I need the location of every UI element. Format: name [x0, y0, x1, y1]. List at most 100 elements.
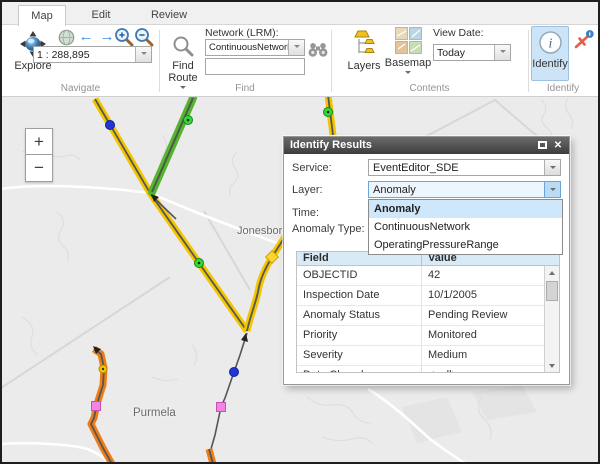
service-combobox[interactable]: EventEditor_SDE — [368, 159, 561, 176]
value-cell: 42 — [422, 266, 559, 285]
field-cell: Date Closed — [297, 366, 422, 373]
ribbon-tab-bar: Map Edit Review — [2, 2, 598, 25]
scroll-down-icon — [549, 364, 555, 371]
map-zoom-out-button[interactable]: − — [25, 155, 53, 182]
time-label: Time: — [292, 207, 319, 219]
app-window: Map Edit Review Explore — [0, 0, 600, 464]
find-route-label-line1: Find — [172, 61, 193, 72]
view-date-combobox[interactable]: Today — [433, 44, 511, 61]
value-cell: Pending Review — [422, 306, 559, 325]
value-cell: <null> — [422, 366, 559, 373]
table-row: Inspection Date 10/1/2005 — [297, 286, 559, 306]
map-place-label-purmela: Purmela — [133, 407, 176, 419]
dialog-title-bar: Identify Results ✕ — [284, 137, 569, 154]
map-zoom-control: + − — [25, 128, 53, 182]
table-row: Severity Medium — [297, 346, 559, 366]
identify-button[interactable]: i Identify — [531, 26, 569, 81]
marker-blue-point[interactable] — [106, 121, 239, 377]
close-icon[interactable]: ✕ — [552, 140, 564, 151]
view-date-value: Today — [434, 45, 494, 60]
layer-dropdown-list: Anomaly ContinuousNetwork OperatingPress… — [368, 199, 563, 255]
basemap-label: Basemap — [385, 58, 431, 69]
table-scrollbar[interactable] — [544, 266, 559, 372]
scroll-up-button[interactable] — [545, 266, 559, 279]
layer-combobox[interactable]: Anomaly — [368, 181, 561, 198]
layer-option-continuousnetwork[interactable]: ContinuousNetwork — [369, 218, 562, 236]
layers-label: Layers — [347, 61, 380, 72]
basemap-button[interactable]: Basemap — [386, 27, 430, 77]
chevron-down-icon — [550, 166, 556, 172]
view-date-label: View Date: — [433, 27, 484, 39]
tab-map[interactable]: Map — [18, 5, 66, 26]
service-value: EventEditor_SDE — [369, 160, 544, 175]
chevron-down-icon — [141, 52, 147, 58]
layers-button[interactable]: Layers — [346, 29, 382, 72]
service-label: Service: — [292, 162, 332, 174]
group-label-find: Find — [159, 83, 331, 94]
field-cell: OBJECTID — [297, 266, 422, 285]
table-row: OBJECTID 42 — [297, 266, 559, 286]
chevron-down-icon — [294, 45, 300, 51]
scrollbar-thumb[interactable] — [546, 281, 558, 301]
network-lrm-label: Network (LRM): — [205, 27, 279, 39]
network-dropdown-button[interactable] — [288, 40, 304, 55]
identify-button-label: Identify — [532, 58, 567, 70]
route-id-input[interactable] — [205, 58, 305, 75]
scroll-down-button[interactable] — [545, 359, 559, 372]
network-value: ContinuousNetwork — [206, 40, 288, 55]
basemap-tiles-icon — [395, 27, 422, 57]
table-row: Date Closed <null> — [297, 366, 559, 373]
layer-option-operatingpressurerange[interactable]: OperatingPressureRange — [369, 236, 562, 254]
group-label-identify: Identify — [528, 83, 598, 94]
tab-review[interactable]: Review — [138, 6, 200, 25]
attributes-table: Field Value OBJECTID 42 Inspection Date … — [296, 251, 560, 373]
route-orange-segment-bottom[interactable] — [209, 449, 213, 462]
map-scale-combobox[interactable]: 1 : 288,895 — [33, 46, 152, 63]
identify-results-dialog: Identify Results ✕ Service: EventEditor_… — [283, 136, 570, 385]
find-binoculars-icon[interactable] — [308, 41, 328, 63]
layer-option-anomaly[interactable]: Anomaly — [369, 200, 562, 218]
map-canvas[interactable]: Jonesboro Purmela + − Identify Results ✕… — [2, 97, 598, 462]
map-place-label-jonesboro: Jonesboro — [237, 225, 288, 237]
previous-extent-icon[interactable]: ← — [76, 29, 96, 45]
group-label-navigate: Navigate — [2, 83, 159, 94]
ribbon: Explore ← → 1 — [2, 25, 598, 97]
map-zoom-in-button[interactable]: + — [25, 128, 53, 155]
view-date-dropdown-button[interactable] — [494, 45, 510, 60]
field-cell: Priority — [297, 326, 422, 345]
field-cell: Inspection Date — [297, 286, 422, 305]
group-label-contents: Contents — [331, 83, 528, 94]
scroll-up-icon — [549, 268, 555, 275]
map-scale-value: 1 : 288,895 — [34, 47, 135, 62]
layers-toc-icon — [351, 29, 377, 60]
value-cell: 10/1/2005 — [422, 286, 559, 305]
maximize-icon[interactable] — [538, 141, 547, 149]
identify-route-location-icon[interactable] — [573, 29, 595, 56]
chevron-down-icon — [405, 71, 411, 77]
network-combobox[interactable]: ContinuousNetwork — [205, 39, 305, 56]
tab-edit[interactable]: Edit — [76, 6, 126, 25]
layer-value: Anomaly — [369, 182, 544, 197]
layer-label: Layer: — [292, 184, 323, 196]
svg-text:i: i — [548, 37, 552, 52]
table-row: Anomaly Status Pending Review — [297, 306, 559, 326]
find-route-magnifier-icon — [172, 35, 194, 60]
value-cell: Monitored — [422, 326, 559, 345]
anomaly-type-label: Anomaly Type: — [292, 223, 365, 235]
value-cell: Medium — [422, 346, 559, 365]
field-cell: Anomaly Status — [297, 306, 422, 325]
service-dropdown-button[interactable] — [544, 160, 560, 175]
chevron-down-icon — [500, 50, 506, 56]
field-cell: Severity — [297, 346, 422, 365]
map-scale-dropdown-button[interactable] — [135, 47, 151, 62]
route-yellow-branch[interactable] — [247, 232, 288, 331]
table-row: Priority Monitored — [297, 326, 559, 346]
marker-yellow-circle[interactable] — [99, 365, 107, 373]
basemap-land-parcels — [402, 385, 537, 443]
dialog-title: Identify Results — [290, 139, 372, 151]
chevron-down-icon — [550, 188, 556, 194]
route-green[interactable] — [152, 98, 193, 192]
route-gray-connector-south[interactable] — [211, 333, 248, 449]
layer-dropdown-button[interactable] — [544, 182, 560, 197]
identify-circle-i-icon: i — [538, 30, 563, 58]
